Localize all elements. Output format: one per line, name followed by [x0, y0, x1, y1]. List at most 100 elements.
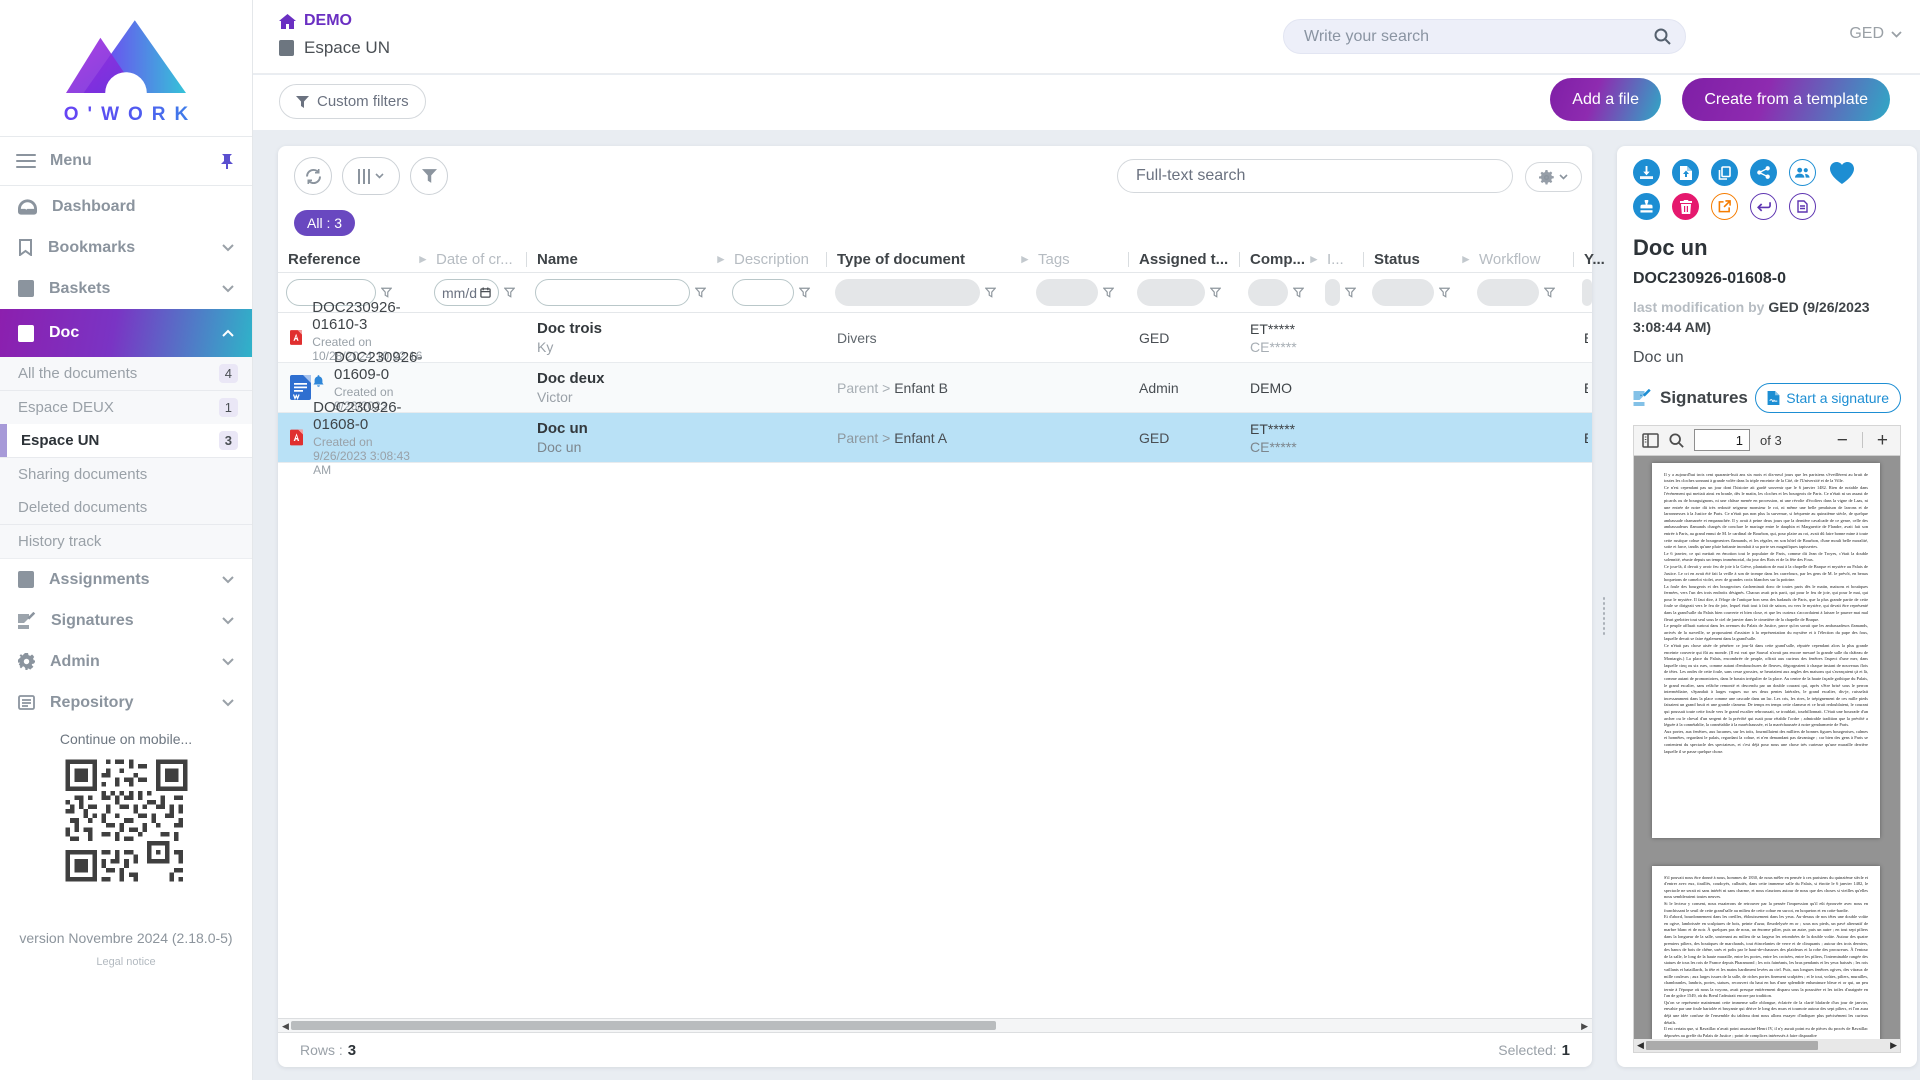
share-button[interactable]	[1750, 159, 1777, 186]
sidebar-item-history-track[interactable]: History track	[0, 525, 252, 558]
search-icon[interactable]	[1669, 433, 1684, 448]
fulltext-search-input[interactable]	[1117, 159, 1513, 193]
tab-all[interactable]: All : 3	[294, 210, 355, 236]
sidebar-item-doc[interactable]: Doc	[0, 309, 252, 357]
legal-notice-link[interactable]: Legal notice	[0, 956, 252, 968]
column-header-date[interactable]: Date of cr...	[426, 246, 527, 272]
global-search[interactable]	[1283, 19, 1686, 54]
filter-name-input[interactable]	[535, 279, 690, 306]
funnel-icon[interactable]	[799, 287, 810, 298]
filter-description-input[interactable]	[732, 279, 794, 306]
table-row[interactable]: DOC230926-01610-3 Created on 10/28/2024 …	[278, 313, 1592, 363]
filter-button[interactable]	[410, 157, 448, 195]
pdf-page-text: S'il pouvait nous être donné à nous, hom…	[1664, 875, 1868, 1040]
column-header-name[interactable]: Name▸	[527, 246, 724, 272]
panel-resize-handle[interactable]	[1601, 597, 1607, 635]
download-button[interactable]	[1633, 159, 1660, 186]
space-name: Espace UN	[304, 38, 390, 58]
document-properties-button[interactable]	[1789, 193, 1816, 220]
global-search-input[interactable]	[1304, 28, 1654, 46]
table-row-selected[interactable]: DOC230926-01608-0 Created on 9/26/2023 3…	[278, 413, 1592, 463]
column-header-tags[interactable]: Tags	[1028, 246, 1129, 272]
document-description: Doc un	[1633, 349, 1901, 367]
column-header-i[interactable]: I...	[1317, 246, 1364, 272]
pin-icon[interactable]	[220, 153, 234, 169]
scroll-left-arrow[interactable]: ◀	[1637, 1039, 1644, 1052]
column-header-reference[interactable]: Reference▸	[278, 246, 426, 272]
funnel-icon[interactable]	[1103, 287, 1114, 298]
return-button[interactable]	[1750, 193, 1777, 220]
search-icon[interactable]	[1654, 28, 1671, 45]
column-header-assigned[interactable]: Assigned t...	[1129, 246, 1240, 272]
column-chooser-button[interactable]	[342, 157, 400, 195]
scroll-right-arrow[interactable]: ▶	[1581, 1020, 1588, 1032]
sidebar-item-repository[interactable]: Repository	[0, 682, 252, 723]
sidebar-item-dashboard[interactable]: Dashboard	[0, 186, 252, 227]
funnel-icon[interactable]	[504, 287, 515, 298]
calendar-icon[interactable]	[480, 287, 491, 298]
column-header-type[interactable]: Type of document▸	[827, 246, 1028, 272]
users-button[interactable]	[1789, 159, 1816, 186]
book-icon	[18, 280, 34, 297]
user-menu[interactable]: GED	[1849, 25, 1902, 43]
sidebar-item-all-documents[interactable]: All the documents 4	[0, 357, 252, 390]
page-number-input[interactable]	[1694, 429, 1750, 451]
column-header-status[interactable]: Status▸	[1364, 246, 1469, 272]
refresh-button[interactable]	[294, 157, 332, 195]
scroll-left-arrow[interactable]: ◀	[282, 1020, 289, 1032]
column-header-comp[interactable]: Comp...▸	[1240, 246, 1317, 272]
chevron-down-icon	[1559, 174, 1568, 180]
funnel-icon[interactable]	[695, 287, 706, 298]
table-settings-button[interactable]	[1525, 162, 1582, 192]
count-badge: 4	[219, 364, 238, 384]
column-header-workflow[interactable]: Workflow	[1469, 246, 1574, 272]
start-signature-button[interactable]: Start a signature	[1755, 383, 1901, 413]
funnel-icon[interactable]	[381, 287, 392, 298]
breadcrumb[interactable]: DEMO	[279, 12, 352, 30]
funnel-icon[interactable]	[1439, 287, 1450, 298]
pdf-horizontal-scrollbar[interactable]: ◀ ▶	[1634, 1039, 1900, 1052]
scrollbar-thumb[interactable]	[291, 1021, 996, 1030]
delete-button[interactable]	[1672, 193, 1699, 220]
favorite-button[interactable]	[1828, 159, 1855, 186]
custom-filters-button[interactable]: Custom filters	[279, 84, 426, 119]
stamp-button[interactable]	[1633, 193, 1660, 220]
sidebar-item-admin[interactable]: Admin	[0, 641, 252, 682]
scroll-right-arrow[interactable]: ▶	[1890, 1039, 1897, 1052]
sidebar-item-bookmarks[interactable]: Bookmarks	[0, 227, 252, 268]
sidebar-item-assignments[interactable]: Assignments	[0, 559, 252, 600]
open-external-button[interactable]	[1711, 193, 1738, 220]
sidebar-item-deleted-documents[interactable]: Deleted documents	[0, 491, 252, 524]
pdf-page-1: Il y a aujourd'hui trois cent quarante-h…	[1652, 463, 1880, 838]
zoom-out-button[interactable]: −	[1833, 431, 1852, 450]
filter-date-input[interactable]: mm/d	[434, 279, 499, 306]
add-file-button[interactable]: Add a file	[1550, 78, 1661, 121]
sidebar-item-sharing-documents[interactable]: Sharing documents	[0, 458, 252, 491]
scrollbar-thumb[interactable]	[1646, 1041, 1818, 1050]
column-header-y[interactable]: Y...	[1574, 246, 1592, 272]
create-from-template-button[interactable]: Create from a template	[1682, 78, 1890, 121]
table-horizontal-scrollbar[interactable]: ◀ ▶	[278, 1018, 1592, 1033]
document-type: Divers	[837, 330, 877, 346]
funnel-icon[interactable]	[1544, 287, 1555, 298]
sidebar-item-signatures[interactable]: Signatures	[0, 600, 252, 641]
sidebar-toggle-icon[interactable]	[1642, 433, 1659, 448]
comp-value: ET*****	[1250, 321, 1317, 337]
bell-badge-icon	[313, 375, 324, 388]
funnel-icon[interactable]	[1345, 287, 1356, 298]
zoom-in-button[interactable]: +	[1873, 431, 1892, 450]
menu-toggle[interactable]: Menu	[0, 136, 252, 186]
pdf-preview-area[interactable]: Il y a aujourd'hui trois cent quarante-h…	[1634, 456, 1900, 1052]
sidebar-item-baskets[interactable]: Baskets	[0, 268, 252, 309]
upload-file-button[interactable]	[1672, 159, 1699, 186]
sidebar-item-espace-un[interactable]: Espace UN 3	[0, 424, 252, 457]
copy-button[interactable]	[1711, 159, 1738, 186]
doc-submenu: All the documents 4 Espace DEUX 1 Espace…	[0, 357, 252, 559]
table-row[interactable]: DOC230926-01609-0 Created on 9/26/2023 3…	[278, 363, 1592, 413]
file-signature-icon	[1767, 391, 1780, 405]
funnel-icon[interactable]	[1293, 287, 1304, 298]
funnel-icon[interactable]	[1210, 287, 1221, 298]
funnel-icon[interactable]	[985, 287, 996, 298]
sidebar-item-espace-deux[interactable]: Espace DEUX 1	[0, 391, 252, 424]
column-header-description[interactable]: Description	[724, 246, 827, 272]
